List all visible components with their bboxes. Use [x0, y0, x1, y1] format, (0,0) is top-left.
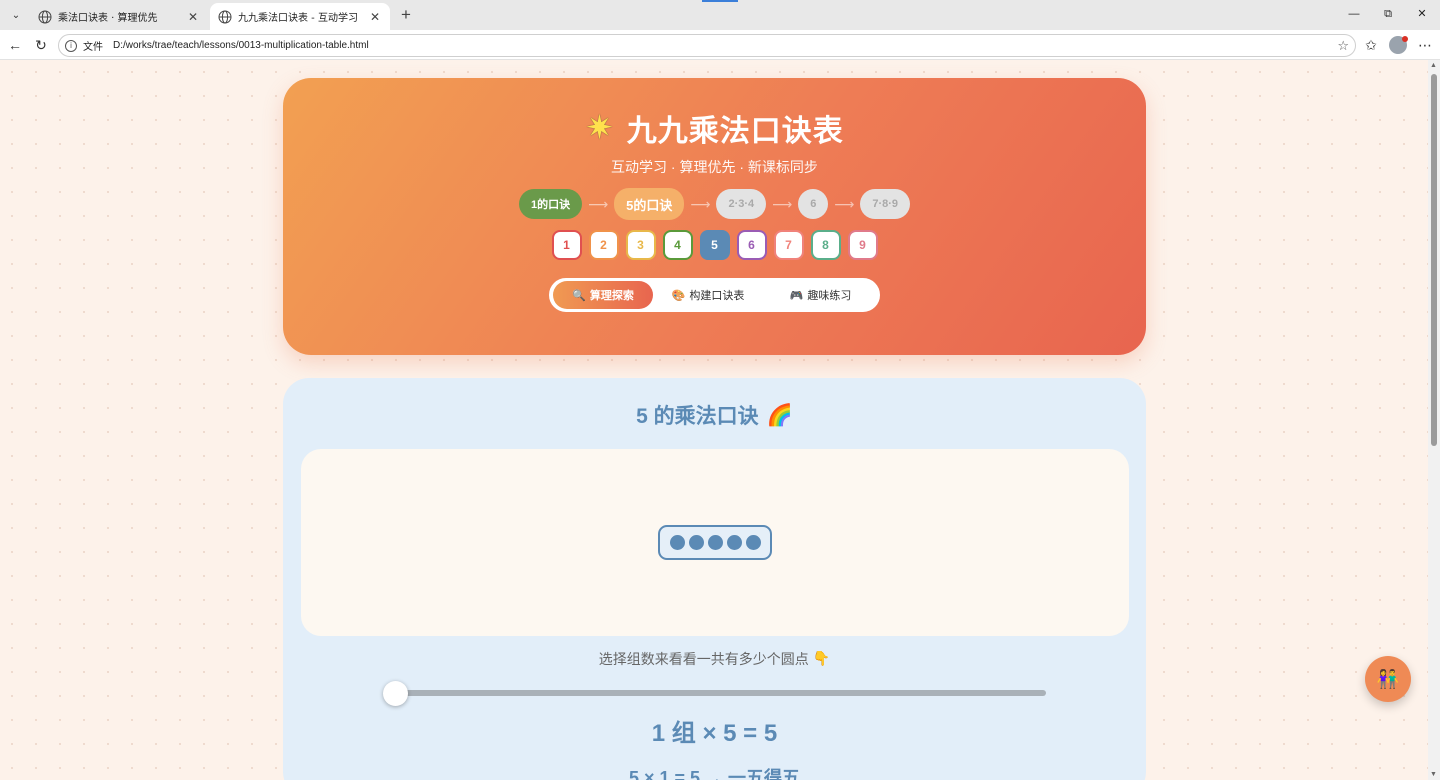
- number-button-9[interactable]: 9: [847, 230, 878, 260]
- arrow-right-icon: ⟶: [772, 195, 793, 212]
- slider-prompt: 选择组数来看看一共有多少个圆点 👇: [283, 649, 1146, 669]
- chevron-down-icon: ⌄: [11, 9, 21, 21]
- more-menu-icon[interactable]: ⋯: [1416, 36, 1434, 54]
- number-button-1[interactable]: 1: [551, 230, 582, 260]
- equation-display: 1 组 × 5 = 5: [651, 720, 778, 747]
- page-subtitle: 互动学习 · 算理优先 · 新课标同步: [611, 159, 818, 175]
- url-text[interactable]: D:/works/trae/teach/lessons/0013-multipl…: [113, 40, 369, 51]
- group-count-slider[interactable]: [395, 690, 1046, 696]
- new-tab-button[interactable]: +: [396, 5, 416, 25]
- page-viewport: ✷ 九九乘法口诀表 互动学习 · 算理优先 · 新课标同步 1的口诀 ⟶ 5的口…: [0, 60, 1428, 780]
- slider-thumb[interactable]: [383, 681, 408, 706]
- magnifier-icon: 🔍: [572, 288, 586, 302]
- path-step-5[interactable]: 5的口诀: [614, 188, 685, 220]
- page-title-text: 九九乘法口诀表: [626, 115, 844, 148]
- dots-stage: [301, 449, 1129, 636]
- close-window-icon[interactable]: ✕: [1414, 6, 1430, 22]
- favorites-icon[interactable]: ✩: [1362, 36, 1380, 54]
- number-button-3[interactable]: 3: [625, 230, 656, 260]
- path-step-6[interactable]: 6: [798, 189, 829, 219]
- mode-build-tab[interactable]: 🎨 构建口诀表: [653, 281, 763, 309]
- minimize-icon[interactable]: —: [1346, 6, 1362, 22]
- address-bar[interactable]: i 文件 D:/works/trae/teach/lessons/0013-mu…: [58, 34, 1356, 57]
- profile-notification-dot: [1402, 36, 1408, 42]
- mode-label: 趣味练习: [807, 290, 852, 302]
- mode-practice-tab[interactable]: 🎮 趣味练习: [763, 281, 878, 309]
- tab-title: 九九乘法口诀表 - 互动学习: [238, 13, 358, 24]
- arrow-right-icon: ⟶: [834, 195, 855, 212]
- restore-icon[interactable]: ⧉: [1380, 6, 1396, 22]
- lesson-card: 5 的乘法口诀 🌈 选择组数来看看一共有多少个圆点 👇 1 组 × 5 = 5 …: [283, 378, 1146, 780]
- pointing-down-icon: 👇: [812, 651, 831, 667]
- tab-multiplication-interactive[interactable]: 九九乘法口诀表 - 互动学习 ✕: [210, 3, 390, 30]
- floating-helper-button[interactable]: 👫: [1365, 656, 1411, 702]
- mode-explore-tab[interactable]: 🔍 算理探索: [553, 281, 653, 309]
- dot: [707, 535, 723, 550]
- number-button-5[interactable]: 5: [699, 230, 730, 260]
- dot: [669, 535, 685, 550]
- page-title: ✷ 九九乘法口诀表: [283, 106, 1146, 150]
- path-step-7-8-9[interactable]: 7·8·9: [860, 189, 911, 219]
- back-icon[interactable]: ←: [6, 36, 24, 54]
- arrow-right-icon: ⟶: [588, 195, 609, 212]
- gamepad-icon: 🎮: [789, 288, 804, 302]
- info-icon[interactable]: i: [65, 39, 77, 52]
- scroll-down-icon[interactable]: ▼: [1430, 771, 1437, 778]
- close-tab-icon[interactable]: ✕: [368, 10, 382, 24]
- prompt-text: 选择组数来看看一共有多少个圆点: [598, 651, 809, 667]
- tab-title: 乘法口诀表 · 算理优先: [58, 13, 158, 24]
- page-scrollbar[interactable]: ▲ ▼: [1428, 60, 1440, 780]
- arrow-right-icon: ⟶: [690, 195, 711, 212]
- scrollbar-thumb[interactable]: [1431, 74, 1437, 446]
- tab-multiplication-priority[interactable]: 乘法口诀表 · 算理优先 ✕: [30, 3, 208, 30]
- dot: [745, 535, 761, 550]
- lesson-title: 5 的乘法口诀 🌈: [283, 400, 1146, 430]
- tab-accent-line: [702, 0, 738, 2]
- mode-label: 算理探索: [589, 290, 634, 302]
- header-card: ✷ 九九乘法口诀表 互动学习 · 算理优先 · 新课标同步 1的口诀 ⟶ 5的口…: [283, 78, 1146, 355]
- bookmark-star-icon[interactable]: ☆: [1337, 38, 1349, 54]
- number-button-7[interactable]: 7: [773, 230, 804, 260]
- number-button-4[interactable]: 4: [662, 230, 693, 260]
- path-step-1[interactable]: 1的口诀: [518, 189, 583, 219]
- path-step-2-3-4[interactable]: 2·3·4: [716, 189, 767, 219]
- browser-toolbar: ← ↻ i 文件 D:/works/trae/teach/lessons/001…: [0, 30, 1440, 60]
- number-button-2[interactable]: 2: [588, 230, 619, 260]
- number-button-6[interactable]: 6: [736, 230, 767, 260]
- palette-icon: 🎨: [671, 288, 686, 302]
- tab-bar: ⌄ 乘法口诀表 · 算理优先 ✕ 九九乘法口诀表 - 互动学习 ✕ + — ⧉ …: [0, 0, 1440, 30]
- mode-switcher: 🔍 算理探索 🎨 构建口诀表 🎮 趣味练习: [549, 278, 880, 312]
- globe-icon: [218, 10, 232, 23]
- learning-path: 1的口诀 ⟶ 5的口诀 ⟶ 2·3·4 ⟶ 6 ⟶ 7·8·9: [283, 188, 1146, 220]
- dot: [688, 535, 704, 550]
- children-icon: 👫: [1376, 668, 1400, 690]
- close-tab-icon[interactable]: ✕: [186, 10, 200, 24]
- rhyme-display: 5 × 1 = 5 → 一五得五: [628, 768, 801, 780]
- number-button-8[interactable]: 8: [810, 230, 841, 260]
- lesson-title-text: 5 的乘法口诀: [636, 405, 759, 428]
- tab-list-button[interactable]: ⌄: [6, 5, 26, 25]
- reload-icon[interactable]: ↻: [32, 36, 50, 54]
- globe-icon: [38, 10, 52, 23]
- rainbow-icon: 🌈: [766, 402, 793, 427]
- address-scheme-label: 文件: [83, 42, 103, 53]
- number-selector: 123456789: [283, 230, 1146, 260]
- dot-group: [658, 525, 772, 560]
- mode-label: 构建口诀表: [689, 290, 745, 302]
- scroll-up-icon[interactable]: ▲: [1430, 62, 1437, 69]
- dot: [726, 535, 742, 550]
- sparkle-icon: ✷: [585, 108, 615, 148]
